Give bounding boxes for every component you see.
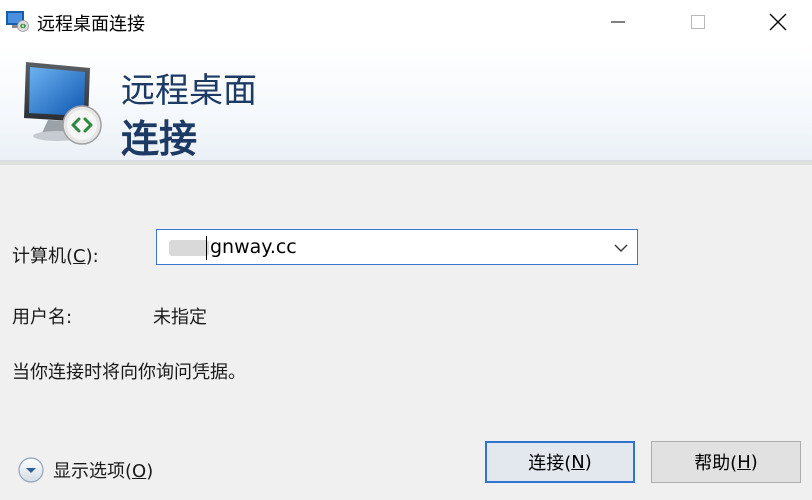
help-label-prefix: 帮助(	[694, 453, 738, 474]
show-options-prefix: 显示选项(	[53, 461, 133, 482]
rdp-app-icon	[6, 11, 29, 32]
connect-label-suffix: )	[584, 451, 592, 473]
computer-label: 计算机(C):	[12, 242, 99, 268]
title-bar: 远程桌面连接	[0, 0, 812, 44]
computer-input-value[interactable]: gnway.cc	[210, 236, 297, 258]
text-cursor	[206, 236, 207, 260]
window-title: 远程桌面连接	[37, 14, 145, 35]
close-button[interactable]	[748, 0, 808, 44]
computer-combobox[interactable]: gnway.cc	[156, 229, 638, 265]
maximize-icon	[691, 15, 705, 29]
computer-label-suffix: ):	[85, 246, 99, 267]
show-options-link[interactable]: 显示选项(O)	[53, 457, 153, 483]
username-value: 未指定	[153, 307, 207, 328]
show-options-suffix: )	[146, 461, 154, 482]
expand-options-icon[interactable]	[17, 456, 45, 484]
help-label-mnemonic: H	[737, 451, 751, 473]
monitor-connect-icon	[24, 62, 102, 145]
banner-title-line1: 远程桌面	[121, 71, 257, 111]
close-icon	[769, 13, 787, 31]
connect-label-mnemonic: N	[571, 451, 585, 473]
computer-label-mnemonic: C	[73, 246, 86, 267]
show-options-mnemonic: O	[132, 461, 147, 482]
minimize-button[interactable]	[588, 0, 648, 44]
help-button[interactable]: 帮助(H)	[651, 441, 801, 483]
banner-title-line2: 连接	[121, 117, 198, 161]
minimize-icon	[611, 21, 625, 23]
connect-label-prefix: 连接(	[528, 453, 572, 474]
connect-button[interactable]: 连接(N)	[485, 441, 635, 483]
credentials-note: 当你连接时将向你询问凭据。	[12, 362, 246, 383]
username-label: 用户名:	[12, 307, 73, 328]
chevron-down-icon[interactable]	[613, 240, 629, 256]
computer-label-prefix: 计算机(	[12, 246, 74, 267]
obscured-text	[169, 240, 209, 256]
help-label-suffix: )	[750, 451, 758, 473]
maximize-button[interactable]	[668, 0, 728, 44]
